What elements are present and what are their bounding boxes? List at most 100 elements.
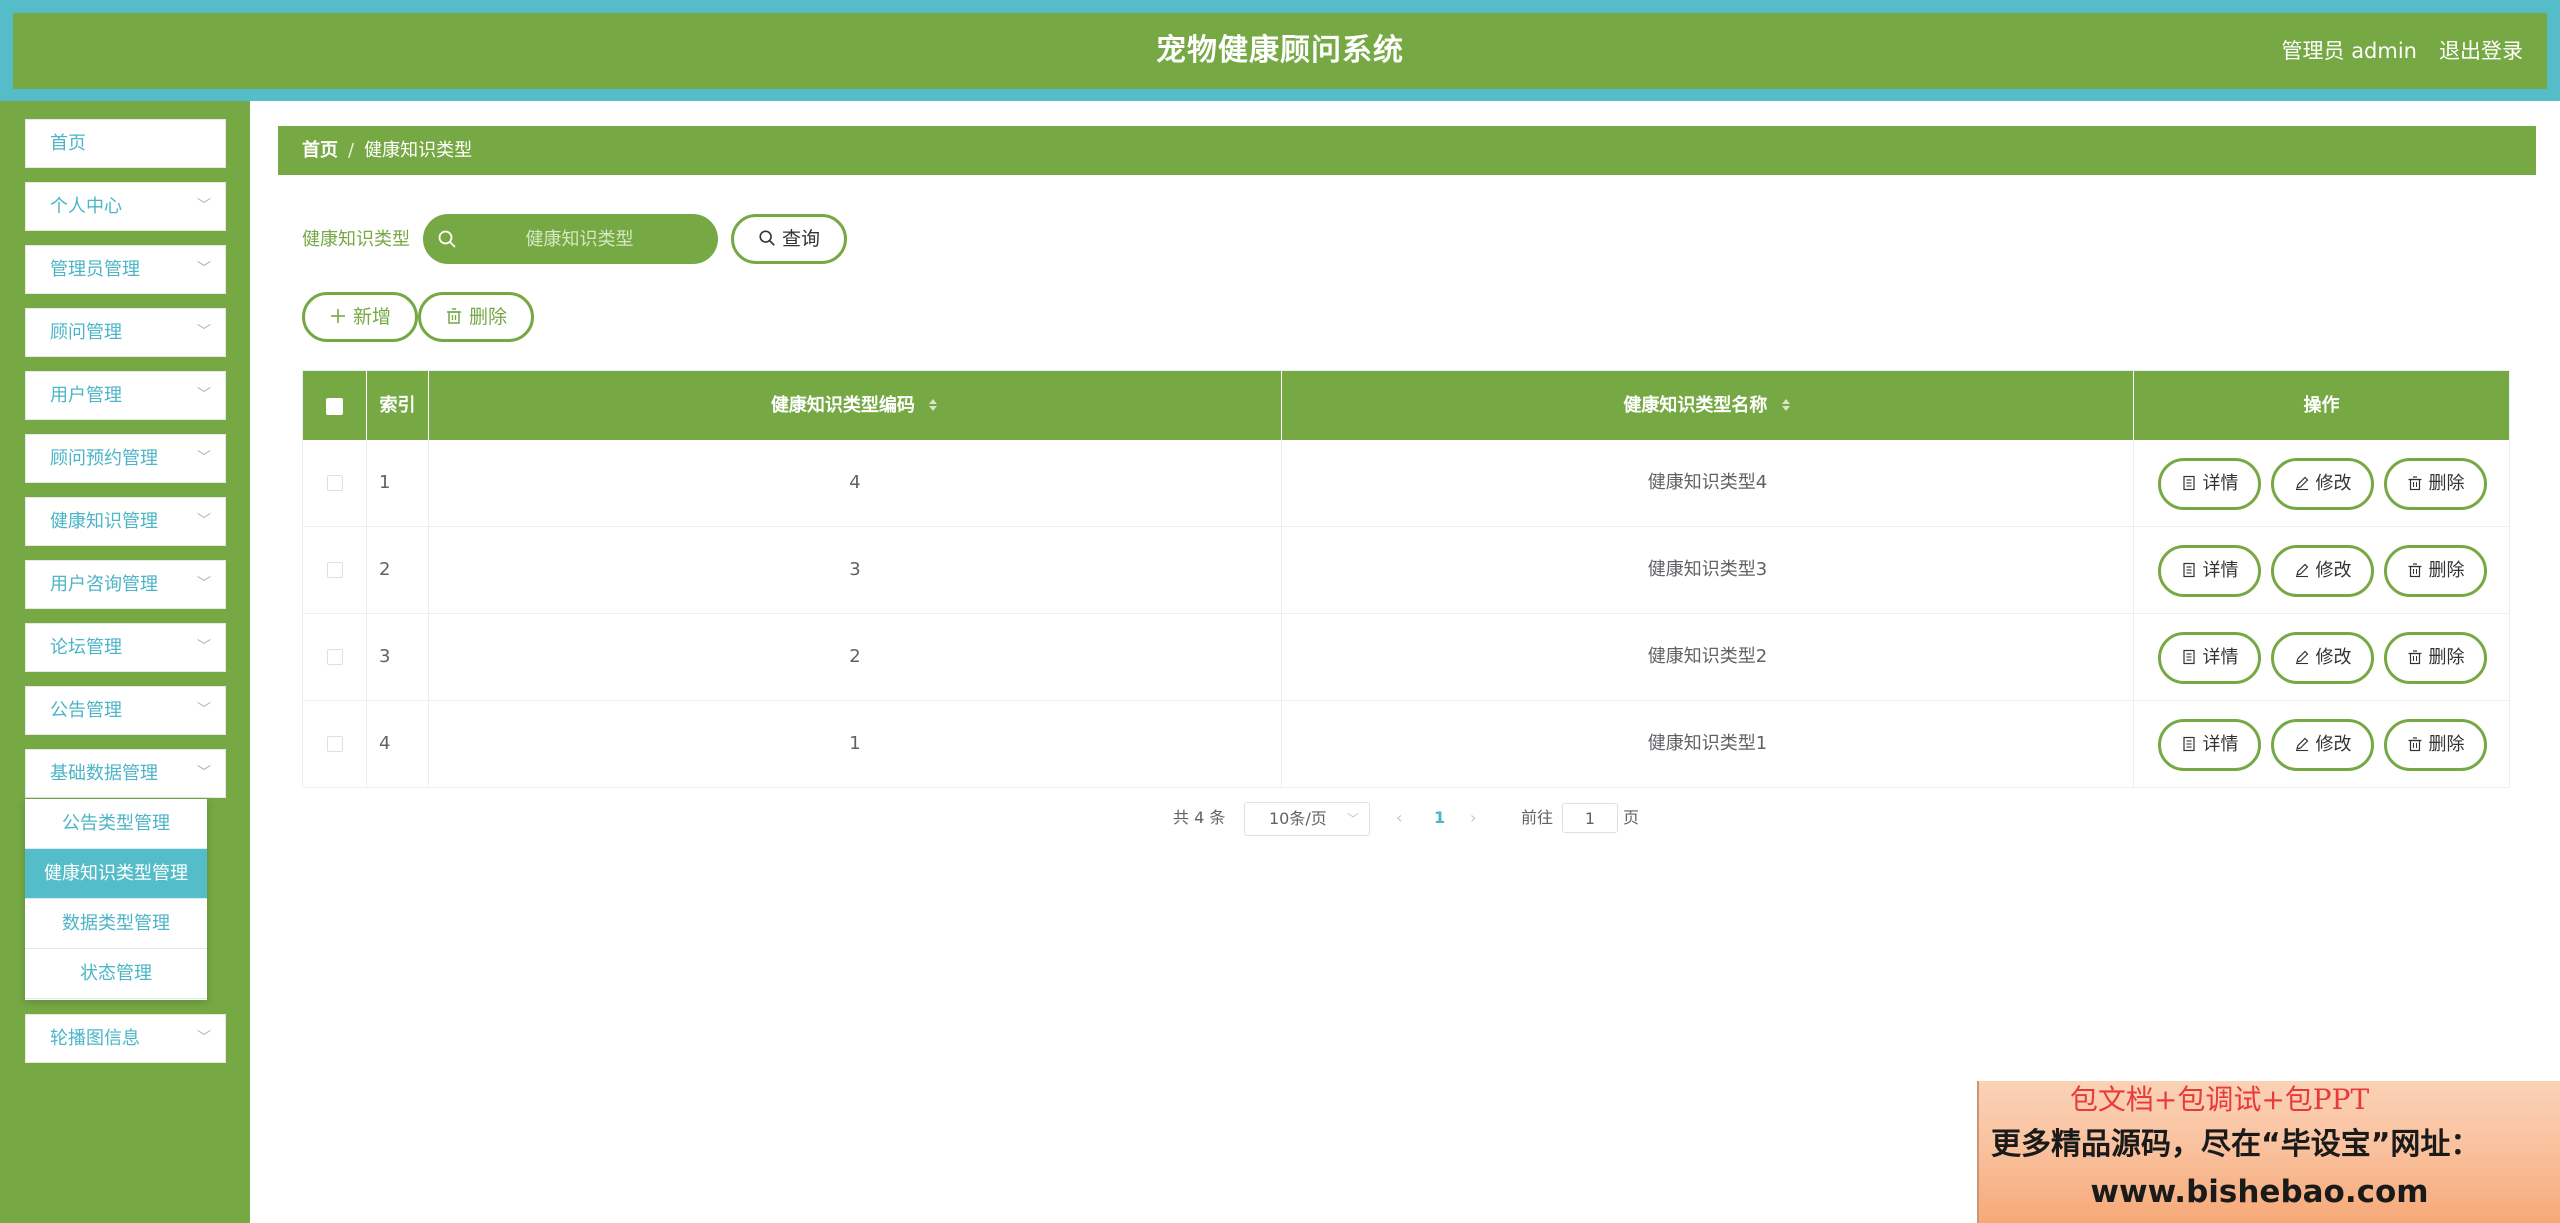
sort-icon[interactable] bbox=[927, 397, 939, 413]
current-user-label: 管理员 admin bbox=[2281, 39, 2417, 63]
delete-button-label: 删除 bbox=[2428, 647, 2465, 668]
edit-button[interactable]: 修改 bbox=[2271, 719, 2374, 771]
sidebar-item-forum[interactable]: 论坛管理 ﹀ bbox=[25, 623, 226, 672]
sidebar-item-user-management[interactable]: 用户管理 ﹀ bbox=[25, 371, 226, 420]
sidebar-item-label: 基础数据管理 bbox=[50, 763, 158, 784]
delete-button[interactable]: 删除 bbox=[2384, 719, 2487, 771]
sidebar-item-label: 用户管理 bbox=[50, 385, 122, 406]
pencil-icon bbox=[2295, 476, 2308, 491]
submenu-item-status[interactable]: 状态管理 bbox=[25, 949, 207, 999]
query-button-label: 查询 bbox=[781, 228, 820, 250]
breadcrumb: 首页 / 健康知识类型 bbox=[278, 126, 2536, 175]
sidebar-item-admin-management[interactable]: 管理员管理 ﹀ bbox=[25, 245, 226, 294]
sidebar-item-carousel[interactable]: 轮播图信息 ﹀ bbox=[25, 1014, 226, 1063]
chevron-down-icon: ﹀ bbox=[197, 324, 211, 340]
next-page-button[interactable]: › bbox=[1470, 800, 1476, 836]
column-header-name[interactable]: 健康知识类型名称 bbox=[1282, 371, 2134, 440]
detail-button[interactable]: 详情 bbox=[2158, 632, 2261, 684]
row-select-cell bbox=[303, 614, 367, 700]
app-title: 宠物健康顾问系统 bbox=[1156, 33, 1404, 68]
detail-button-label: 详情 bbox=[2202, 647, 2239, 668]
select-all-checkbox[interactable] bbox=[326, 397, 343, 415]
detail-button[interactable]: 详情 bbox=[2158, 719, 2261, 771]
search-icon bbox=[759, 230, 775, 246]
delete-button[interactable]: 删除 bbox=[2384, 632, 2487, 684]
table-row: 4 1 健康知识类型1 详情 修改 删除 bbox=[303, 701, 2509, 788]
table-row: 2 3 健康知识类型3 详情 修改 删除 bbox=[303, 527, 2509, 614]
code-cell: 3 bbox=[429, 527, 1282, 613]
sidebar-item-label: 顾问预约管理 bbox=[50, 448, 158, 469]
delete-button-label: 删除 bbox=[2428, 560, 2465, 581]
ad-line-1: 包文档+包调试+包PPT bbox=[2069, 1083, 2370, 1116]
total-count: 共 4 条 bbox=[1173, 808, 1226, 827]
code-cell: 2 bbox=[429, 614, 1282, 700]
sidebar-item-advisor-management[interactable]: 顾问管理 ﹀ bbox=[25, 308, 226, 357]
detail-button-label: 详情 bbox=[2202, 734, 2239, 755]
edit-button[interactable]: 修改 bbox=[2271, 458, 2374, 510]
name-cell: 健康知识类型3 bbox=[1282, 527, 2134, 613]
chevron-down-icon: ﹀ bbox=[197, 576, 211, 592]
page-suffix: 页 bbox=[1623, 808, 1640, 827]
edit-button[interactable]: 修改 bbox=[2271, 545, 2374, 597]
column-header-code-label: 健康知识类型编码 bbox=[770, 395, 915, 416]
row-select-cell bbox=[303, 701, 367, 787]
header: 宠物健康顾问系统 管理员 admin 退出登录 bbox=[13, 13, 2547, 89]
sidebar-item-label: 健康知识管理 bbox=[50, 511, 158, 532]
row-checkbox[interactable] bbox=[326, 736, 343, 752]
delete-button-label: 删除 bbox=[2428, 473, 2465, 494]
batch-delete-button[interactable]: 删除 bbox=[418, 292, 534, 342]
edit-button[interactable]: 修改 bbox=[2271, 632, 2374, 684]
sidebar-item-base-data[interactable]: 基础数据管理 ﹀ bbox=[25, 749, 226, 798]
ad-line-2: 更多精品源码，尽在“毕设宝”网址： bbox=[1991, 1127, 2481, 1162]
query-button[interactable]: 查询 bbox=[731, 214, 847, 264]
delete-button-label: 删除 bbox=[2428, 734, 2465, 755]
submenu-item-data-type[interactable]: 数据类型管理 bbox=[25, 899, 207, 949]
document-icon bbox=[2182, 649, 2195, 665]
delete-button[interactable]: 删除 bbox=[2384, 458, 2487, 510]
ad-banner: 包文档+包调试+包PPT 更多精品源码，尽在“毕设宝”网址： www.bishe… bbox=[1977, 1081, 2560, 1223]
add-button[interactable]: 新增 bbox=[302, 292, 418, 342]
sort-icon[interactable] bbox=[1780, 397, 1792, 413]
search-input[interactable] bbox=[423, 214, 718, 264]
sidebar-item-profile[interactable]: 个人中心 ﹀ bbox=[25, 182, 226, 231]
detail-button-label: 详情 bbox=[2202, 560, 2239, 581]
sidebar-item-announcements[interactable]: 公告管理 ﹀ bbox=[25, 686, 226, 735]
code-cell: 1 bbox=[429, 701, 1282, 787]
trash-icon bbox=[2408, 737, 2421, 752]
chevron-down-icon: ﹀ bbox=[197, 261, 211, 277]
add-button-label: 新增 bbox=[352, 306, 391, 328]
sidebar-item-appointment-management[interactable]: 顾问预约管理 ﹀ bbox=[25, 434, 226, 483]
top-bar: 宠物健康顾问系统 管理员 admin 退出登录 bbox=[0, 0, 2560, 101]
submenu-item-health-knowledge-type[interactable]: 健康知识类型管理 bbox=[25, 849, 207, 899]
index-cell: 4 bbox=[367, 701, 429, 787]
sidebar-item-home[interactable]: 首页 bbox=[25, 119, 226, 168]
row-checkbox[interactable] bbox=[326, 475, 343, 491]
chevron-down-icon: ﹀ bbox=[197, 387, 211, 403]
chevron-down-icon: ﹀ bbox=[197, 450, 211, 466]
goto-page-input[interactable] bbox=[1562, 803, 1618, 833]
actions-cell: 详情 修改 删除 bbox=[2134, 527, 2509, 613]
row-select-cell bbox=[303, 440, 367, 526]
index-cell: 3 bbox=[367, 614, 429, 700]
logout-link[interactable]: 退出登录 bbox=[2439, 13, 2523, 89]
chevron-down-icon: ﹀ bbox=[1346, 812, 1359, 826]
row-checkbox[interactable] bbox=[326, 649, 343, 665]
page-number-current[interactable]: 1 bbox=[1434, 800, 1445, 836]
actions-cell: 详情 修改 删除 bbox=[2134, 701, 2509, 787]
trash-icon bbox=[446, 308, 461, 324]
detail-button[interactable]: 详情 bbox=[2158, 545, 2261, 597]
detail-button[interactable]: 详情 bbox=[2158, 458, 2261, 510]
prev-page-button[interactable]: ‹ bbox=[1396, 800, 1402, 836]
document-icon bbox=[2182, 475, 2195, 491]
breadcrumb-separator: / bbox=[348, 140, 355, 161]
name-cell: 健康知识类型2 bbox=[1282, 614, 2134, 700]
breadcrumb-home[interactable]: 首页 bbox=[302, 140, 338, 161]
delete-button[interactable]: 删除 bbox=[2384, 545, 2487, 597]
chevron-down-icon: ﹀ bbox=[197, 1030, 211, 1046]
sidebar-item-consultation[interactable]: 用户咨询管理 ﹀ bbox=[25, 560, 226, 609]
row-checkbox[interactable] bbox=[326, 562, 343, 578]
column-header-code[interactable]: 健康知识类型编码 bbox=[429, 371, 1282, 440]
page-size-select[interactable]: 10条/页 ﹀ bbox=[1244, 802, 1370, 836]
search-label: 健康知识类型 bbox=[302, 229, 410, 250]
sidebar-item-health-knowledge[interactable]: 健康知识管理 ﹀ bbox=[25, 497, 226, 546]
